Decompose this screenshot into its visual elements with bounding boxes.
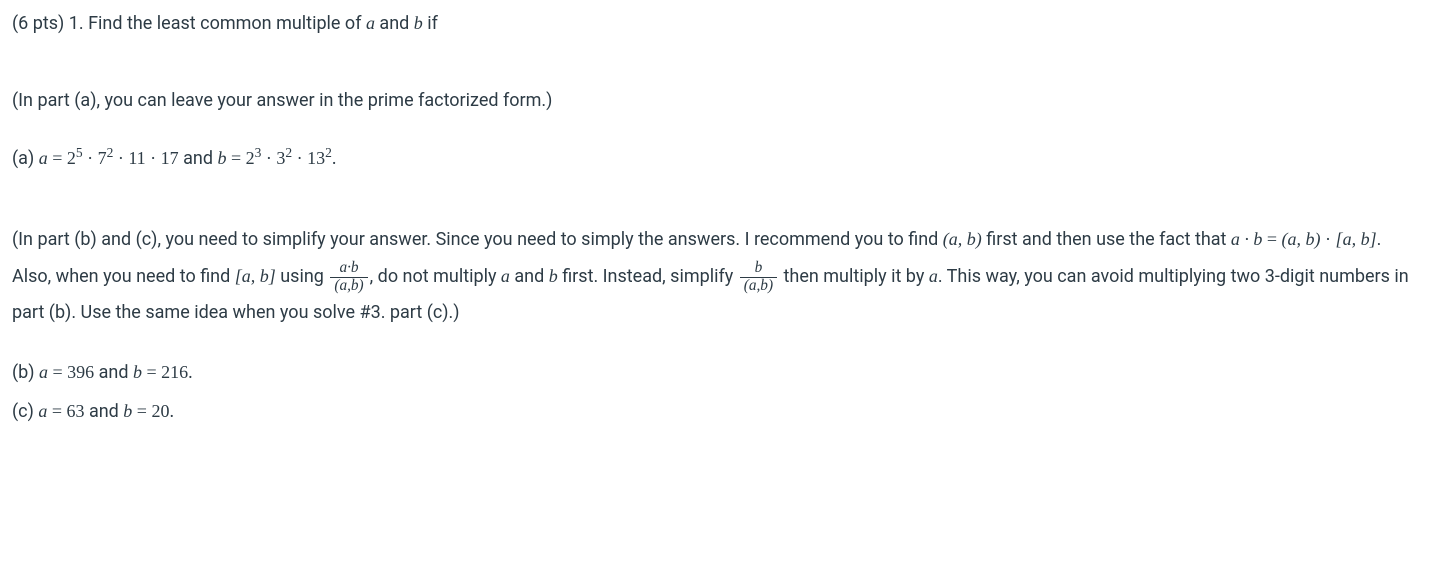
eq: = (142, 362, 161, 382)
note-bc: (In part (b) and (c), you need to simpli… (12, 221, 1422, 331)
gcd-pair2: (a, b) (1282, 229, 1321, 249)
part-a-expr-a: 25 · 72 · 11 · 17 (67, 148, 179, 168)
t6: first. Instead, simplify (558, 266, 738, 287)
lcm-brack2: [a, b] (235, 266, 276, 286)
and: and (94, 362, 133, 383)
var-b: b (133, 362, 142, 382)
part-a-label: (a) (12, 148, 39, 169)
t1: (In part (b) and (c), you need to simpli… (12, 229, 943, 250)
part-c-label: (c) (12, 401, 38, 422)
question-header: (6 pts) 1. Find the least common multipl… (12, 8, 1422, 40)
and: and (179, 148, 218, 169)
t4: using (276, 266, 329, 287)
dot: · (1321, 229, 1336, 249)
var-a: a (501, 266, 510, 286)
eq: = (226, 148, 245, 168)
eq: = (47, 401, 66, 421)
part-a-var-a: a (39, 148, 48, 168)
and-text: and (375, 13, 414, 34)
t5: , do not multiply (370, 266, 501, 287)
points-label: (6 pts) (12, 13, 64, 34)
eq: = (132, 401, 151, 421)
and: and (84, 401, 123, 422)
part-c: (c) a = 63 and b = 20. (12, 396, 1422, 428)
t7: then multiply it by (779, 266, 929, 287)
part-b: (b) a = 396 and b = 216. (12, 357, 1422, 389)
val: 63 (66, 401, 84, 421)
question-number: 1. (69, 13, 84, 34)
t2: first and then use the fact that (982, 229, 1231, 250)
var-a: a (366, 13, 375, 33)
eq: = (48, 148, 67, 168)
var-b: b (414, 13, 423, 33)
note-a: (In part (a), you can leave your answer … (12, 86, 1422, 117)
var-b: b (123, 401, 132, 421)
lcm-brack1: [a, b] (1336, 229, 1377, 249)
val: 216. (161, 362, 193, 382)
var-b: b (549, 266, 558, 286)
val: 396 (67, 362, 94, 382)
var-a: a (38, 401, 47, 421)
var-a: a (39, 362, 48, 382)
part-a-expr-b: 23 · 32 · 132. (246, 148, 337, 168)
part-b-label: (b) (12, 362, 39, 383)
fraction-b-over-gcd: b(a,b) (740, 260, 777, 295)
val: 20. (151, 401, 174, 421)
var-a2: a (929, 266, 938, 286)
fraction-ab-over-gcd: a·b(a,b) (330, 260, 367, 295)
ab: a · b (1231, 229, 1263, 249)
part-a: (a) a = 25 · 72 · 11 · 17 and b = 23 · 3… (12, 142, 1422, 175)
prompt-text: Find the least common multiple of (88, 13, 366, 34)
gcd-pair: (a, b) (943, 229, 982, 249)
eq: = (1262, 229, 1281, 249)
eq: = (48, 362, 67, 382)
if-text: if (423, 13, 438, 34)
and: and (510, 266, 549, 287)
